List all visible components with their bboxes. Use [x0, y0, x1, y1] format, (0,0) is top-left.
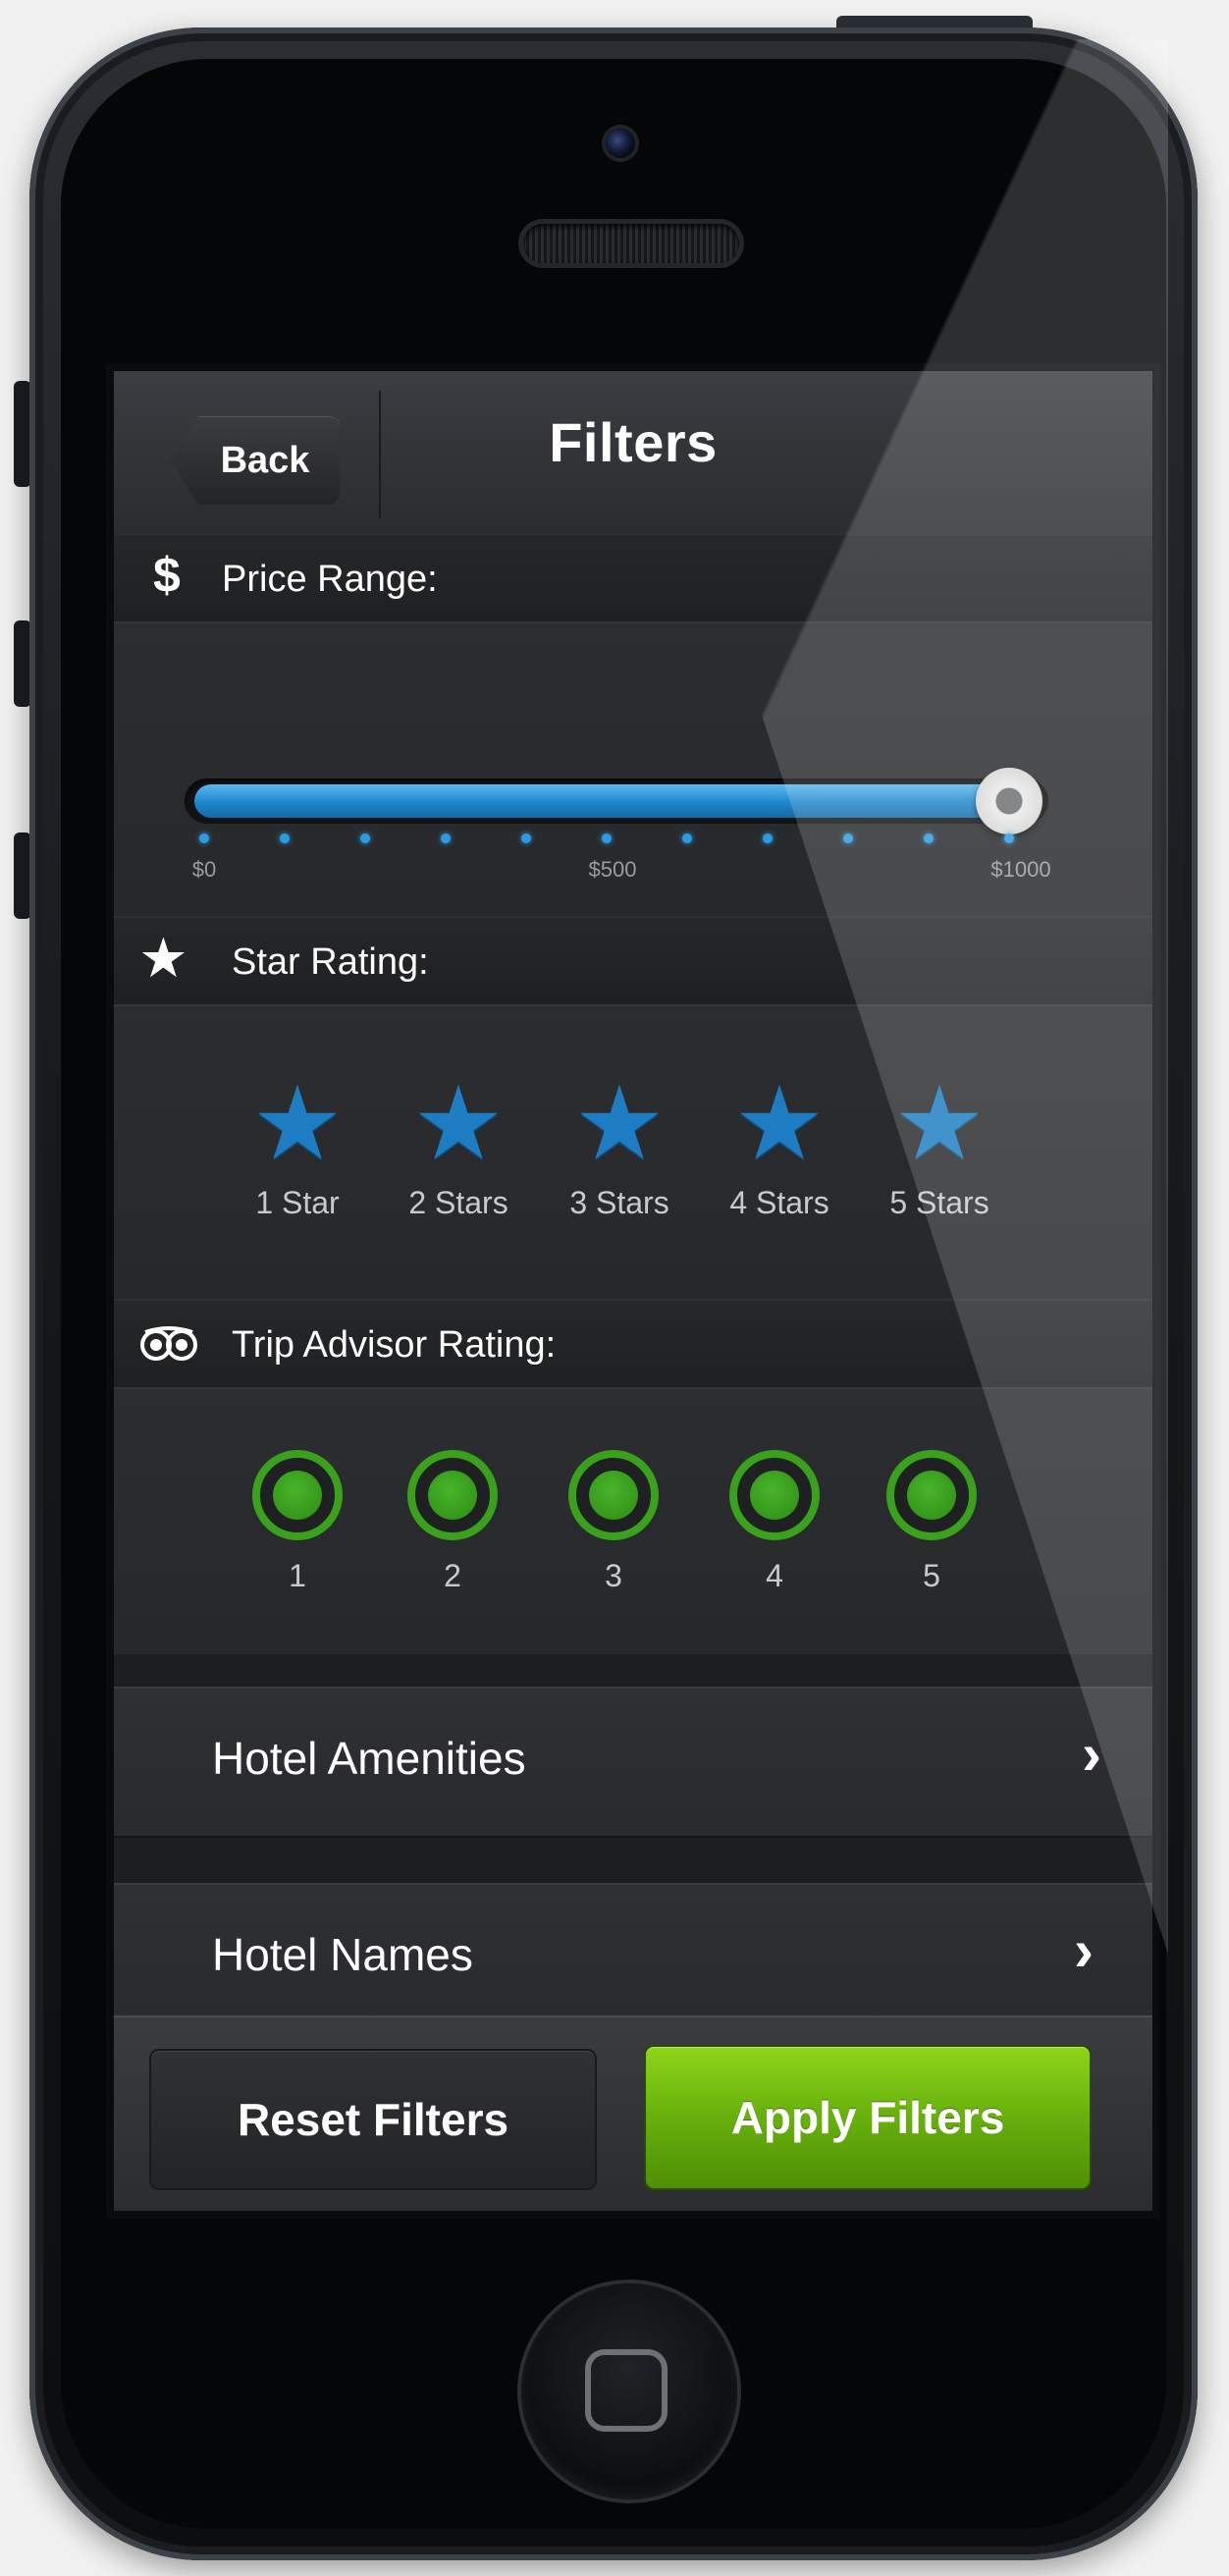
price-slider-tick: [924, 833, 934, 843]
star-option-5[interactable]: ★ 5 Stars: [866, 1073, 1013, 1221]
price-mid-label: $500: [588, 857, 637, 882]
reset-filters-button[interactable]: Reset Filters: [151, 2051, 595, 2188]
star-option-2[interactable]: ★ 2 Stars: [385, 1073, 532, 1221]
price-range-header: $ Price Range:: [114, 533, 1152, 623]
app-screen: Back Filters $ Price Range: $0 $500 $100…: [106, 363, 1160, 2219]
price-range-label: Price Range:: [222, 559, 438, 600]
price-slider-tick: [441, 833, 451, 843]
star-icon: ★: [141, 931, 186, 986]
star-icon: ★: [412, 1067, 505, 1181]
rating-circle-icon: [886, 1450, 977, 1540]
navigation-bar: Back Filters: [114, 371, 1152, 535]
star-icon: ★: [893, 1067, 986, 1181]
star-option-label: 2 Stars: [408, 1185, 508, 1220]
bottom-action-bar: Reset Filters Apply Filters: [114, 2015, 1152, 2211]
rating-circle-icon: [252, 1450, 343, 1540]
star-option-label: 3 Stars: [569, 1185, 669, 1220]
rating-circle-icon: [568, 1450, 659, 1540]
price-slider-fill: [194, 784, 1009, 818]
price-slider-tick: [1004, 833, 1014, 843]
reset-filters-label: Reset Filters: [237, 2094, 509, 2145]
tripadvisor-option-5[interactable]: 5: [858, 1450, 1005, 1594]
earpiece-speaker: [523, 224, 739, 263]
tripadvisor-option-1[interactable]: 1: [224, 1450, 371, 1594]
tripadvisor-option-2[interactable]: 2: [379, 1450, 526, 1594]
apply-filters-label: Apply Filters: [730, 2092, 1005, 2143]
price-slider-handle[interactable]: [976, 768, 1042, 834]
star-option-4[interactable]: ★ 4 Stars: [706, 1073, 853, 1221]
hotel-amenities-row[interactable]: Hotel Amenities ›: [114, 1687, 1152, 1838]
front-camera: [606, 129, 635, 158]
star-option-label: 4 Stars: [729, 1185, 829, 1220]
star-rating-panel: ★ 1 Star ★ 2 Stars ★ 3 Stars ★ 4 Stars ★…: [114, 1004, 1152, 1301]
tripadvisor-option-label: 5: [923, 1558, 940, 1593]
dollar-icon: $: [153, 548, 181, 603]
hotel-names-label: Hotel Names: [212, 1929, 473, 1980]
price-slider-tick: [360, 833, 370, 843]
price-slider-tick: [763, 833, 773, 843]
price-range-panel: $0 $500 $1000: [114, 621, 1152, 918]
price-max-label: $1000: [990, 857, 1051, 882]
rating-circle-icon: [729, 1450, 820, 1540]
chevron-right-icon: ›: [1074, 1917, 1094, 1983]
hotel-amenities-label: Hotel Amenities: [212, 1733, 526, 1784]
trip-advisor-label: Trip Advisor Rating:: [232, 1324, 557, 1366]
price-slider-tick: [682, 833, 692, 843]
price-slider-tick: [199, 833, 209, 843]
star-rating-label: Star Rating:: [232, 941, 429, 983]
apply-filters-button[interactable]: Apply Filters: [646, 2047, 1090, 2188]
star-option-label: 1 Star: [255, 1185, 340, 1220]
tripadvisor-option-label: 1: [289, 1558, 306, 1593]
star-option-1[interactable]: ★ 1 Star: [224, 1073, 371, 1221]
tripadvisor-option-label: 4: [766, 1558, 783, 1593]
price-slider-tick: [843, 833, 853, 843]
page-title: Filters: [549, 411, 718, 473]
star-option-3[interactable]: ★ 3 Stars: [546, 1073, 693, 1221]
star-rating-header: ★ Star Rating:: [114, 916, 1152, 1006]
rating-circle-icon: [407, 1450, 498, 1540]
trip-advisor-panel: 1 2 3 4 5: [114, 1387, 1152, 1654]
chevron-right-icon: ›: [1082, 1721, 1101, 1787]
star-option-label: 5 Stars: [889, 1185, 989, 1220]
star-icon: ★: [733, 1067, 826, 1181]
price-slider-tick: [280, 833, 290, 843]
tripadvisor-owl-icon: [139, 1326, 198, 1367]
tripadvisor-option-label: 3: [605, 1558, 622, 1593]
star-icon: ★: [573, 1067, 666, 1181]
price-slider-tick: [602, 833, 612, 843]
price-min-label: $0: [191, 857, 217, 882]
price-slider-tick: [521, 833, 531, 843]
home-button-square-icon: [585, 2349, 668, 2432]
tripadvisor-option-label: 2: [444, 1558, 461, 1593]
tripadvisor-option-4[interactable]: 4: [701, 1450, 848, 1594]
trip-advisor-header: Trip Advisor Rating:: [114, 1299, 1152, 1389]
tripadvisor-option-3[interactable]: 3: [540, 1450, 687, 1594]
star-icon: ★: [251, 1067, 344, 1181]
hotel-names-row[interactable]: Hotel Names ›: [114, 1883, 1152, 2034]
